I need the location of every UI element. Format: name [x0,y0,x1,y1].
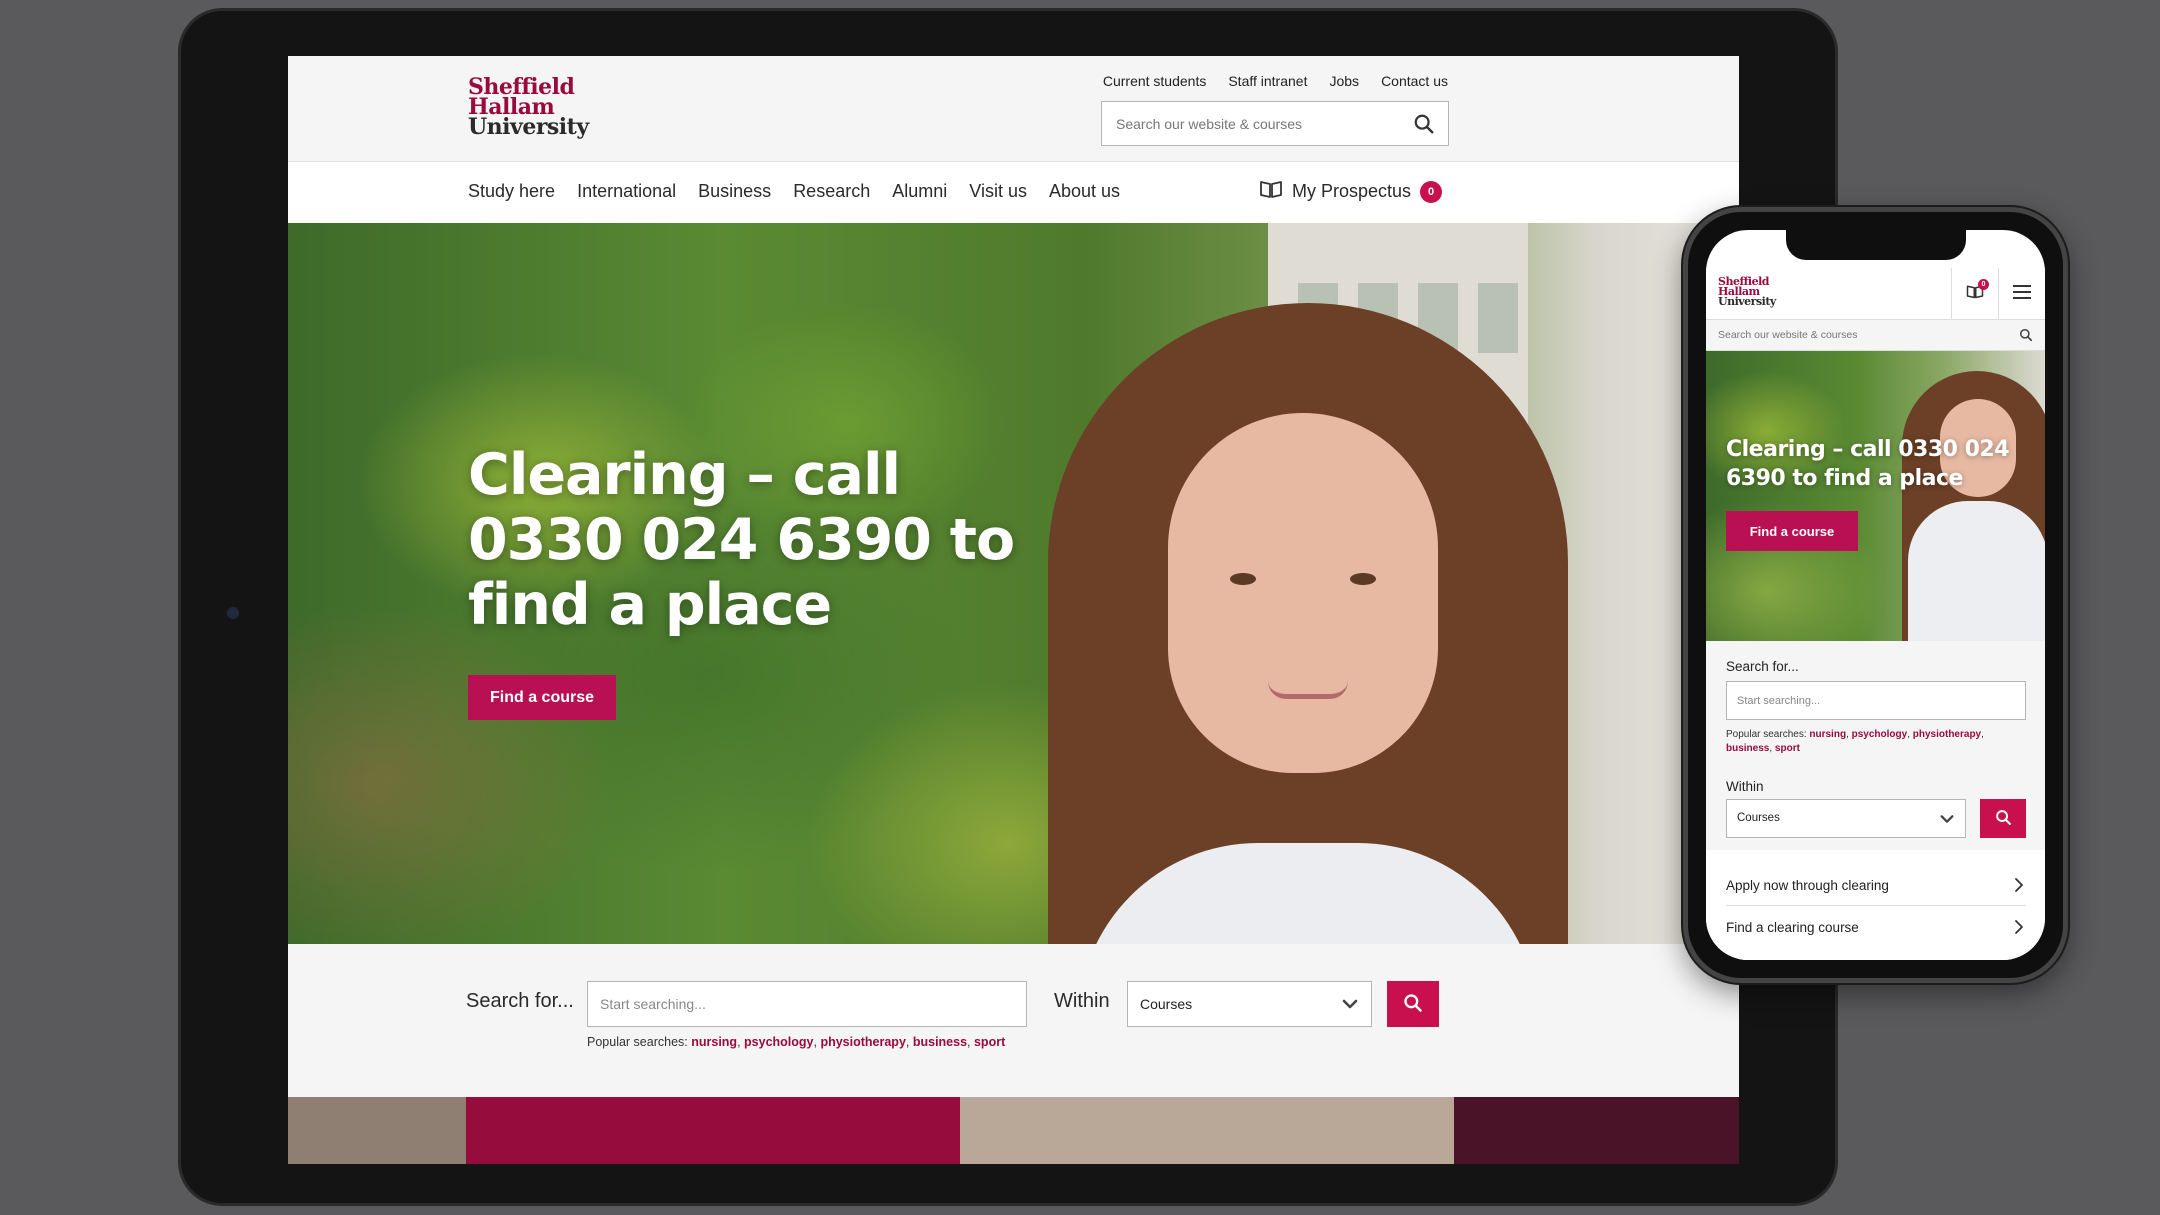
university-logo[interactable]: Sheffield Hallam University [1718,276,1776,307]
mobile-site-search [1706,320,2045,351]
mobile-hero-banner: Clearing – call 0330 024 6390 to find a … [1706,351,2045,641]
link-jobs[interactable]: Jobs [1329,73,1359,89]
chevron-down-icon [1939,811,1955,830]
search-icon [1995,809,2012,829]
within-label: Within [1054,990,1110,1012]
mobile-site: Sheffield Hallam University 0 Search our… [1706,230,2045,960]
hero-photo-student [1048,303,1568,944]
popular-search-link[interactable]: physiotherapy [820,1035,905,1049]
tablet-camera [227,607,239,619]
popular-search-link[interactable]: psychology [744,1035,813,1049]
search-for-label: Search for... [466,990,574,1012]
site-header: Sheffield Hallam University Current stud… [288,56,1739,161]
popular-search-link[interactable]: sport [974,1035,1005,1049]
prospectus-count-badge: 0 [1420,180,1443,203]
mobile-within-select[interactable]: Courses [1726,799,1966,838]
nav-business[interactable]: Business [698,181,771,202]
hamburger-menu-icon [2012,284,2032,305]
site-search-input[interactable] [1102,102,1392,145]
hero-heading: Clearing – call 0330 024 6390 to find a … [468,442,1015,638]
feature-tile-photo[interactable] [288,1097,466,1164]
search-icon[interactable] [1413,113,1435,140]
link-contact-us[interactable]: Contact us [1381,73,1448,89]
nav-about-us[interactable]: About us [1049,181,1120,202]
popular-search-link[interactable]: business [913,1035,967,1049]
phone-notch [1786,230,1966,260]
within-label: Within [1726,779,1764,794]
university-logo[interactable]: Sheffield Hallam University [468,76,589,139]
within-select[interactable]: Courses [1127,981,1372,1027]
prospectus-count-badge: 0 [1978,279,1989,290]
mobile-header: Sheffield Hallam University 0 [1706,268,2045,320]
popular-search-link[interactable]: business [1726,743,1769,754]
feature-tile[interactable] [1454,1097,1739,1164]
popular-search-link[interactable]: physiotherapy [1913,729,1981,740]
search-icon[interactable] [2019,328,2033,347]
hero-photo-student [1902,371,2045,641]
mobile-prospectus-button[interactable]: 0 [1951,268,1998,320]
chevron-right-icon [2014,877,2024,896]
nav-international[interactable]: International [577,181,676,202]
popular-search-link[interactable]: nursing [691,1035,737,1049]
feature-tiles [288,1097,1739,1164]
within-select-value: Courses [1140,996,1193,1012]
link-current-students[interactable]: Current students [1103,73,1207,89]
book-icon [1259,179,1283,204]
phone-device: Sheffield Hallam University 0 Search our… [1683,207,2068,983]
desktop-site: Sheffield Hallam University Current stud… [288,56,1739,1164]
nav-visit-us[interactable]: Visit us [969,181,1027,202]
popular-search-link[interactable]: nursing [1809,729,1846,740]
mobile-find-a-course-button[interactable]: Find a course [1726,511,1858,551]
within-select-value: Courses [1737,812,1780,824]
find-a-clearing-course-link[interactable]: Find a clearing course [1726,906,2026,948]
popular-search-link[interactable]: sport [1775,743,1800,754]
mobile-site-search-input[interactable] [1706,320,1996,350]
hero-banner: Clearing – call 0330 024 6390 to find a … [288,223,1739,944]
nav-study-here[interactable]: Study here [468,181,555,202]
prospectus-label: My Prospectus [1292,181,1412,201]
mobile-quick-links: Apply now through clearing Find a cleari… [1706,850,2045,960]
chevron-down-icon [1341,995,1359,1016]
main-nav: Study here International Business Resear… [288,161,1739,223]
nav-alumni[interactable]: Alumni [892,181,947,202]
my-prospectus-link[interactable]: My Prospectus 0 [1259,179,1443,204]
mobile-hero-heading: Clearing – call 0330 024 6390 to find a … [1726,437,2010,491]
find-a-course-button[interactable]: Find a course [468,675,616,720]
popular-searches: Popular searches: nursing, psychology, p… [587,1035,1006,1049]
mobile-course-search-input[interactable] [1726,681,2026,720]
course-search-input[interactable] [587,981,1027,1027]
menu-button[interactable] [1998,268,2045,320]
nav-research[interactable]: Research [793,181,870,202]
course-search-submit-button[interactable] [1387,981,1439,1027]
course-search-form: Search for... Popular searches: nursing,… [288,944,1739,1097]
utility-nav: Current students Staff intranet Jobs Con… [1103,73,1448,89]
chevron-right-icon [2014,919,2024,938]
popular-search-link[interactable]: psychology [1852,729,1908,740]
mobile-course-search-submit-button[interactable] [1980,799,2026,838]
link-staff-intranet[interactable]: Staff intranet [1228,73,1307,89]
apply-now-through-clearing-link[interactable]: Apply now through clearing [1726,864,2026,906]
mobile-course-search-form: Search for... Popular searches: nursing,… [1706,641,2045,850]
popular-searches: Popular searches: nursing, psychology, p… [1726,729,1984,754]
feature-tile-photo[interactable] [960,1097,1454,1164]
site-search [1101,101,1449,146]
search-for-label: Search for... [1726,659,1799,674]
feature-tile[interactable] [466,1097,960,1164]
search-icon [1403,993,1423,1016]
tablet-device: Sheffield Hallam University Current stud… [178,8,1838,1206]
